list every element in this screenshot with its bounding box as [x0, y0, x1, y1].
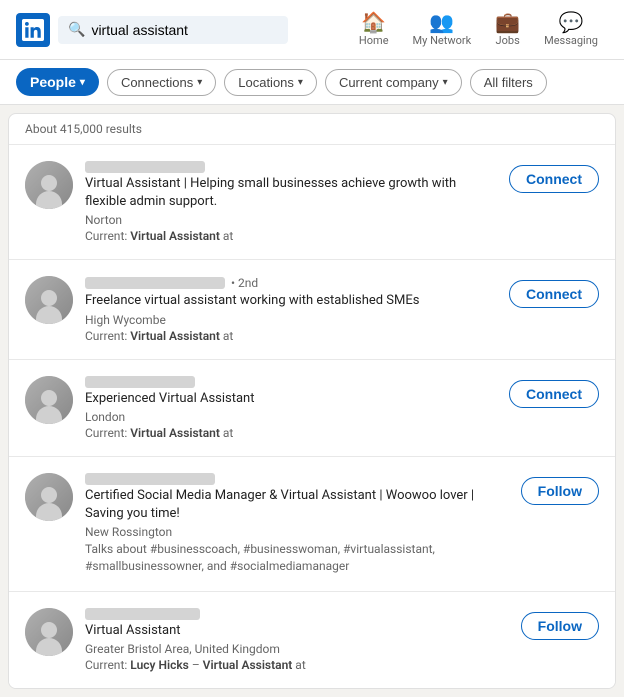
person-headline: Certified Social Media Manager & Virtual… — [85, 487, 509, 523]
jobs-icon: 💼 — [495, 12, 520, 32]
results-count: About 415,000 results — [9, 114, 615, 145]
person-card: Experienced Virtual Assistant London Cur… — [9, 360, 615, 457]
person-card: Virtual Assistant | Helping small busine… — [9, 145, 615, 260]
person-current: Current: Virtual Assistant at — [85, 426, 497, 440]
connect-button[interactable]: Connect — [509, 280, 599, 308]
people-filter-label: People — [30, 74, 76, 90]
person-current: Current: Lucy Hicks – Virtual Assistant … — [85, 658, 509, 672]
all-filters-button[interactable]: All filters — [470, 69, 547, 96]
person-name[interactable] — [85, 277, 225, 289]
search-icon: 🔍 — [68, 22, 85, 38]
person-info: Certified Social Media Manager & Virtual… — [85, 473, 509, 575]
follow-button[interactable]: Follow — [521, 477, 599, 505]
all-filters-label: All filters — [484, 75, 533, 90]
connections-chevron-icon: ▾ — [197, 77, 202, 88]
current-company-chevron-icon: ▾ — [443, 77, 448, 88]
person-talks: Talks about #businesscoach, #businesswom… — [85, 541, 509, 575]
person-card: Virtual Assistant Greater Bristol Area, … — [9, 592, 615, 688]
person-card: • 2nd Freelance virtual assistant workin… — [9, 260, 615, 359]
avatar[interactable] — [25, 473, 73, 521]
avatar[interactable] — [25, 376, 73, 424]
person-current: Current: Virtual Assistant at — [85, 229, 497, 243]
person-headline: Virtual Assistant — [85, 622, 509, 640]
person-location: London — [85, 410, 497, 424]
results-section: About 415,000 results Virtual Assistant … — [8, 113, 616, 689]
jobs-label: Jobs — [496, 34, 520, 47]
avatar[interactable] — [25, 161, 73, 209]
connections-filter-button[interactable]: Connections ▾ — [107, 69, 216, 96]
locations-filter-label: Locations — [238, 75, 294, 90]
person-current: Current: Virtual Assistant at — [85, 329, 497, 343]
nav-network[interactable]: 👥 My Network — [403, 8, 482, 51]
person-name[interactable] — [85, 376, 195, 388]
person-name-row — [85, 608, 509, 620]
home-icon: 🏠 — [361, 12, 386, 32]
person-name-row: • 2nd — [85, 276, 497, 290]
home-label: Home — [359, 34, 389, 47]
person-location: High Wycombe — [85, 313, 497, 327]
avatar[interactable] — [25, 276, 73, 324]
person-name[interactable] — [85, 473, 215, 485]
person-info: • 2nd Freelance virtual assistant workin… — [85, 276, 497, 342]
nav-home[interactable]: 🏠 Home — [349, 8, 399, 51]
top-navigation: 🔍 🏠 Home 👥 My Network 💼 Jobs 💬 Messaging — [0, 0, 624, 60]
person-name[interactable] — [85, 608, 200, 620]
current-company-filter-button[interactable]: Current company ▾ — [325, 69, 462, 96]
person-name-row — [85, 161, 497, 173]
connect-button[interactable]: Connect — [509, 380, 599, 408]
person-info: Experienced Virtual Assistant London Cur… — [85, 376, 497, 440]
person-headline: Freelance virtual assistant working with… — [85, 292, 497, 310]
network-label: My Network — [413, 34, 472, 47]
person-name-row — [85, 376, 497, 388]
people-filter-button[interactable]: People ▾ — [16, 68, 99, 96]
messaging-icon: 💬 — [559, 12, 584, 32]
connect-button[interactable]: Connect — [509, 165, 599, 193]
person-location: Greater Bristol Area, United Kingdom — [85, 642, 509, 656]
search-bar[interactable]: 🔍 — [58, 16, 288, 44]
avatar[interactable] — [25, 608, 73, 656]
follow-button[interactable]: Follow — [521, 612, 599, 640]
search-input[interactable] — [91, 22, 278, 38]
person-headline: Virtual Assistant | Helping small busine… — [85, 175, 497, 211]
nav-jobs[interactable]: 💼 Jobs — [485, 8, 530, 51]
person-info: Virtual Assistant | Helping small busine… — [85, 161, 497, 243]
nav-items: 🏠 Home 👥 My Network 💼 Jobs 💬 Messaging — [349, 8, 608, 51]
degree-badge: • 2nd — [231, 276, 258, 290]
person-headline: Experienced Virtual Assistant — [85, 390, 497, 408]
locations-filter-button[interactable]: Locations ▾ — [224, 69, 317, 96]
locations-chevron-icon: ▾ — [298, 77, 303, 88]
nav-messaging[interactable]: 💬 Messaging — [534, 8, 608, 51]
person-name-row — [85, 473, 509, 485]
filter-bar: People ▾ Connections ▾ Locations ▾ Curre… — [0, 60, 624, 105]
network-icon: 👥 — [429, 12, 454, 32]
person-location: Norton — [85, 213, 497, 227]
person-location: New Rossington — [85, 525, 509, 539]
person-card: Certified Social Media Manager & Virtual… — [9, 457, 615, 592]
person-name[interactable] — [85, 161, 205, 173]
current-company-filter-label: Current company — [339, 75, 439, 90]
connections-filter-label: Connections — [121, 75, 193, 90]
person-info: Virtual Assistant Greater Bristol Area, … — [85, 608, 509, 672]
people-chevron-icon: ▾ — [80, 77, 85, 88]
linkedin-logo[interactable] — [16, 13, 50, 47]
messaging-label: Messaging — [544, 34, 598, 47]
